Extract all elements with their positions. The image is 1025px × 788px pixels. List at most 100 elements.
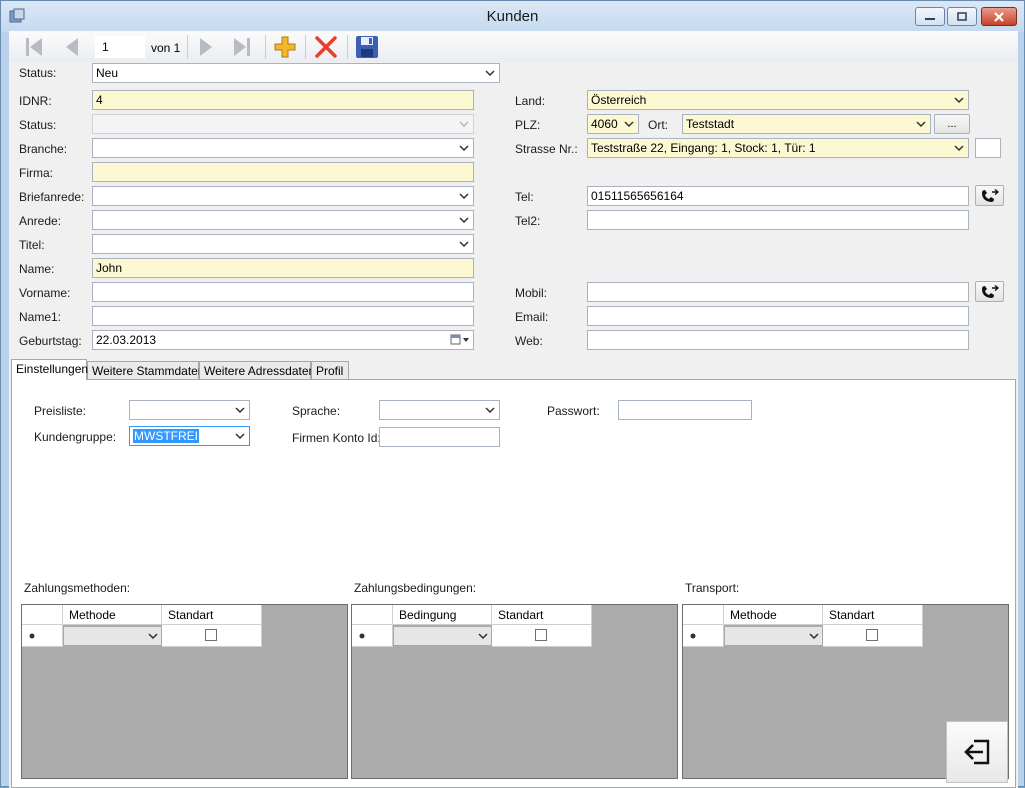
grid-column-header[interactable]: Standart xyxy=(823,605,923,625)
new-row-marker xyxy=(352,625,393,647)
mobil-call-button[interactable] xyxy=(975,281,1004,302)
grid-column-header[interactable]: Bedingung xyxy=(393,605,492,625)
calendar-icon[interactable] xyxy=(449,333,471,347)
web-label: Web: xyxy=(515,334,543,348)
first-record-button[interactable] xyxy=(21,34,47,60)
email-field[interactable] xyxy=(587,306,969,326)
chevron-down-icon xyxy=(952,141,966,155)
navigation-toolbar: 1 von 1 xyxy=(9,31,1018,62)
minimize-button[interactable] xyxy=(915,7,945,26)
strasse-extra-field[interactable] xyxy=(975,138,1001,158)
status-top-label: Status: xyxy=(19,66,57,80)
tab-profil[interactable]: Profil xyxy=(311,361,349,379)
first-record-icon xyxy=(26,38,42,56)
tel2-field[interactable] xyxy=(587,210,969,230)
toolbar-separator xyxy=(265,35,266,59)
tel-field[interactable]: 01511565656164 xyxy=(587,186,969,206)
land-select[interactable]: Österreich xyxy=(587,90,969,110)
restore-icon xyxy=(957,11,967,21)
zahlungsbedingungen-grid[interactable]: Bedingung Standart xyxy=(351,604,678,779)
tab-weitere-stammdaten[interactable]: Weitere Stammdaten xyxy=(87,361,205,379)
transport-title: Transport: xyxy=(685,581,740,595)
add-record-button[interactable] xyxy=(272,34,298,60)
standart-cell xyxy=(492,625,592,647)
tab-weitere-adressdaten[interactable]: Weitere Adressdaten xyxy=(199,361,315,379)
chevron-down-icon xyxy=(457,117,471,131)
tel-call-button[interactable] xyxy=(975,185,1004,206)
tel-label: Tel: xyxy=(515,190,534,204)
plz-select[interactable]: 4060 xyxy=(587,114,639,134)
standart-checkbox[interactable] xyxy=(205,629,217,641)
grid-column-header[interactable]: Methode xyxy=(63,605,162,625)
name1-field[interactable] xyxy=(92,306,474,326)
toolbar-separator xyxy=(347,35,348,59)
record-position-input[interactable]: 1 xyxy=(95,36,145,58)
next-record-icon xyxy=(200,38,212,56)
chevron-down-icon xyxy=(483,403,497,417)
form-client-area: 1 von 1 Status: Neu IDNR: 4 Status: Bran… xyxy=(9,31,1018,788)
titel-label: Titel: xyxy=(19,238,45,252)
chevron-down-icon xyxy=(233,403,247,417)
grid-column-header[interactable]: Standart xyxy=(162,605,262,625)
zahlungsmethoden-title: Zahlungsmethoden: xyxy=(24,581,131,595)
transport-methode-combo[interactable] xyxy=(724,626,823,646)
firmen-konto-field[interactable] xyxy=(379,427,500,447)
standart-checkbox[interactable] xyxy=(535,629,547,641)
titel-select[interactable] xyxy=(92,234,474,254)
delete-record-button[interactable] xyxy=(313,34,339,60)
tab-panel-einstellungen: Preisliste: Kundengruppe: MWSTFREI Sprac… xyxy=(11,379,1016,788)
passwort-field[interactable] xyxy=(618,400,752,420)
zahlungsmethoden-grid[interactable]: Methode Standart xyxy=(21,604,348,779)
save-record-button[interactable] xyxy=(354,34,380,60)
anrede-select[interactable] xyxy=(92,210,474,230)
previous-record-icon xyxy=(66,38,78,56)
window-title: Kunden xyxy=(486,8,539,25)
status-top-value: Neu xyxy=(96,66,119,80)
bedingung-combo[interactable] xyxy=(393,626,492,646)
last-record-button[interactable] xyxy=(229,34,255,60)
tab-einstellungen[interactable]: Einstellungen xyxy=(11,359,88,380)
kundengruppe-label: Kundengruppe: xyxy=(34,430,117,444)
close-button[interactable] xyxy=(981,7,1017,26)
grid-row-header xyxy=(22,605,63,625)
preisliste-select[interactable] xyxy=(129,400,250,420)
briefanrede-select[interactable] xyxy=(92,186,474,206)
kundengruppe-select[interactable]: MWSTFREI xyxy=(129,426,250,446)
chevron-down-icon xyxy=(457,237,471,251)
name1-label: Name1: xyxy=(19,310,62,324)
mobil-field[interactable] xyxy=(587,282,969,302)
firma-field[interactable] xyxy=(92,162,474,182)
grid-row-header xyxy=(683,605,724,625)
exit-button[interactable] xyxy=(946,721,1008,783)
ort-lookup-button[interactable]: ... xyxy=(934,114,970,134)
previous-record-button[interactable] xyxy=(59,34,85,60)
status-top-select[interactable]: Neu xyxy=(92,63,500,83)
firma-label: Firma: xyxy=(19,166,53,180)
title-bar[interactable]: Kunden xyxy=(1,1,1024,32)
grid-column-header[interactable]: Standart xyxy=(492,605,592,625)
methode-combo[interactable] xyxy=(63,626,162,646)
idnr-field[interactable]: 4 xyxy=(92,90,474,110)
status-select xyxy=(92,114,474,134)
land-value: Österreich xyxy=(591,93,647,107)
sprache-select[interactable] xyxy=(379,400,500,420)
strasse-label: Strasse Nr.: xyxy=(515,142,578,156)
next-record-button[interactable] xyxy=(193,34,219,60)
name-field[interactable]: John xyxy=(92,258,474,278)
ort-select[interactable]: Teststadt xyxy=(682,114,931,134)
maximize-button[interactable] xyxy=(947,7,977,26)
chevron-down-icon xyxy=(457,189,471,203)
strasse-select[interactable]: Teststraße 22, Eingang: 1, Stock: 1, Tür… xyxy=(587,138,969,158)
grid-column-header[interactable]: Methode xyxy=(724,605,823,625)
branche-select[interactable] xyxy=(92,138,474,158)
geburtstag-datepicker[interactable]: 22.03.2013 xyxy=(92,330,474,350)
tel2-label: Tel2: xyxy=(515,214,541,228)
asterisk-icon xyxy=(359,633,365,639)
firmen-konto-label: Firmen Konto Id: xyxy=(292,431,381,445)
standart-checkbox[interactable] xyxy=(866,629,878,641)
exit-arrow-icon xyxy=(964,739,990,765)
plz-value: 4060 xyxy=(591,117,618,131)
web-field[interactable] xyxy=(587,330,969,350)
vorname-field[interactable] xyxy=(92,282,474,302)
phone-transfer-icon xyxy=(981,188,999,202)
